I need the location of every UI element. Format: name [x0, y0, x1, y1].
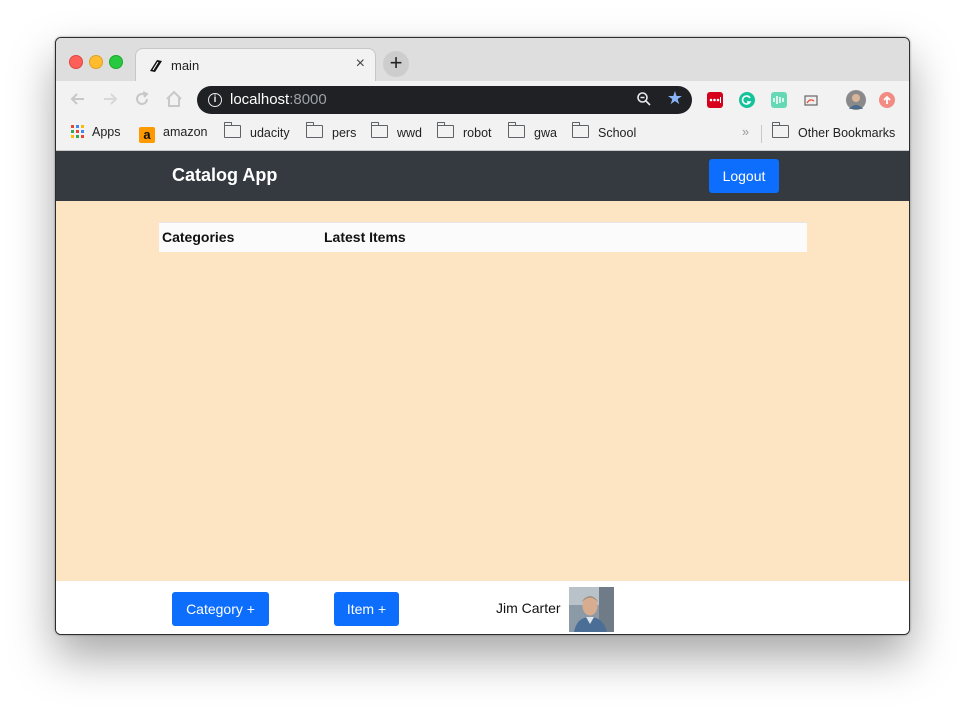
- extension-lastpass-icon[interactable]: [707, 92, 723, 108]
- bookmarks-divider: [761, 125, 762, 143]
- home-icon[interactable]: [164, 89, 184, 109]
- extension-cast-icon[interactable]: [803, 92, 819, 108]
- bookmark-robot[interactable]: robot: [437, 122, 492, 140]
- page-favicon-icon: [150, 60, 162, 72]
- bookmark-amazon[interactable]: a amazon: [139, 125, 207, 143]
- browser-window: main × + i localhost:8000 ★ Apps a amazo…: [55, 37, 910, 635]
- close-window-button[interactable]: [69, 55, 83, 69]
- add-category-button[interactable]: Category +: [172, 592, 269, 626]
- folder-icon: [224, 122, 241, 138]
- app-footer: Category + Item + Jim Carter: [56, 581, 909, 634]
- bookmark-other[interactable]: Other Bookmarks: [772, 122, 896, 140]
- zoom-out-icon[interactable]: [636, 91, 652, 107]
- folder-icon: [371, 122, 388, 138]
- folder-icon: [772, 122, 789, 138]
- url-port: :8000: [289, 91, 327, 108]
- bookmark-star-icon[interactable]: ★: [667, 88, 683, 109]
- apps-grid-icon: [71, 125, 84, 138]
- bookmark-label: gwa: [534, 126, 557, 140]
- folder-icon: [572, 122, 589, 138]
- address-bar[interactable]: i localhost:8000 ★: [197, 86, 692, 114]
- catalog-header-row: Categories Latest Items: [159, 222, 807, 252]
- forward-arrow-icon[interactable]: [100, 89, 120, 109]
- bookmark-label: School: [598, 126, 637, 140]
- bookmark-label: wwd: [397, 126, 423, 140]
- bookmark-wwd[interactable]: wwd: [371, 122, 423, 140]
- bookmark-label: Other Bookmarks: [798, 126, 896, 140]
- add-item-button[interactable]: Item +: [334, 592, 399, 626]
- bookmarks-overflow-icon[interactable]: »: [742, 125, 749, 139]
- user-avatar: [569, 587, 614, 632]
- browser-tab[interactable]: main ×: [135, 48, 376, 83]
- zoom-window-button[interactable]: [109, 55, 123, 69]
- folder-icon: [306, 122, 323, 138]
- tab-close-icon[interactable]: ×: [356, 55, 365, 73]
- bookmark-label: udacity: [250, 126, 290, 140]
- browser-toolbar: i localhost:8000 ★: [56, 81, 909, 118]
- bookmark-school[interactable]: School: [572, 122, 637, 140]
- reload-icon[interactable]: [132, 89, 152, 109]
- profile-avatar-icon[interactable]: [846, 90, 866, 110]
- tab-strip: main × +: [56, 38, 909, 83]
- logout-button[interactable]: Logout: [709, 159, 779, 193]
- bookmark-apps[interactable]: Apps: [71, 125, 121, 139]
- bookmark-label: pers: [332, 126, 357, 140]
- amazon-icon: a: [139, 127, 155, 143]
- bookmark-pers[interactable]: pers: [306, 122, 357, 140]
- bookmark-udacity[interactable]: udacity: [224, 122, 290, 140]
- app-navbar: Catalog App Logout: [56, 151, 909, 201]
- app-brand[interactable]: Catalog App: [172, 165, 277, 186]
- back-arrow-icon[interactable]: [68, 89, 88, 109]
- bookmark-label: amazon: [163, 125, 208, 139]
- site-info-icon[interactable]: i: [208, 93, 222, 107]
- bookmark-gwa[interactable]: gwa: [508, 122, 557, 140]
- folder-icon: [508, 122, 525, 138]
- extension-audio-icon[interactable]: [771, 92, 787, 108]
- categories-heading: Categories: [162, 229, 235, 245]
- page-content: Catalog App Logout Categories Latest Ite…: [56, 151, 909, 634]
- bookmarks-bar: Apps a amazon udacity pers wwd robot gwa …: [56, 118, 909, 151]
- bookmark-label: robot: [463, 126, 492, 140]
- bookmark-label: Apps: [92, 125, 121, 139]
- tab-title: main: [171, 58, 200, 73]
- latest-items-heading: Latest Items: [324, 229, 406, 245]
- folder-icon: [437, 122, 454, 138]
- new-tab-button[interactable]: +: [383, 51, 409, 77]
- update-arrow-icon[interactable]: [879, 92, 895, 108]
- minimize-window-button[interactable]: [89, 55, 103, 69]
- user-name: Jim Carter: [496, 600, 561, 616]
- extension-grammarly-icon[interactable]: [739, 92, 755, 108]
- url-host: localhost: [230, 91, 290, 108]
- url-text[interactable]: localhost:8000: [230, 91, 327, 108]
